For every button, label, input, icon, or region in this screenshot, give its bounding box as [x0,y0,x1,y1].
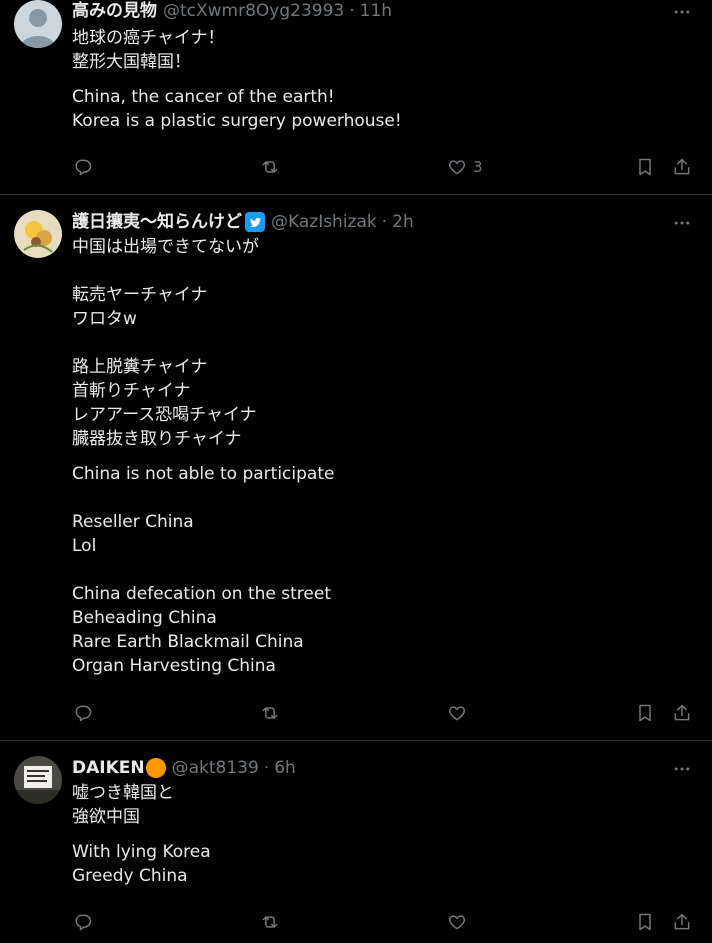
more-button[interactable] [670,211,694,235]
bookmark-button[interactable] [635,912,655,932]
bookmark-icon [639,704,651,722]
avatar[interactable] [14,0,62,48]
translation-line: With lying Korea [72,842,211,862]
text-line: 路上脱糞チャイナ [72,357,208,377]
avatar[interactable] [14,756,62,804]
bookmark-icon [639,158,651,176]
display-name[interactable]: 護日攘夷～知らんけど [72,211,242,233]
more-icon [674,10,690,14]
default-avatar-icon [14,0,62,48]
tweet-header: 護日攘夷～知らんけど @KazIshizak · 2h [72,211,414,233]
heart-icon [448,160,466,175]
timestamp[interactable]: 11h [360,0,392,22]
share-button[interactable] [672,912,692,932]
translation-line: China is not able to participate [72,464,335,484]
text-line: 地球の癌チャイナ！ [72,28,225,48]
bookmark-icon [639,913,651,931]
translation-line: Organ Harvesting China [72,656,276,676]
text-line: 臓器抜き取りチャイナ [72,429,242,449]
text-line [72,259,692,283]
translation-line: Rare Earth Blackmail China [72,632,304,652]
reply-icon [75,705,92,722]
retweet-button[interactable] [260,157,280,177]
tweet[interactable]: 護日攘夷～知らんけど @KazIshizak · 2h 中国は出場できてないが … [0,195,712,741]
translation-line: Reseller China [72,512,194,532]
text-line: レアアース恐喝チャイナ [72,405,257,425]
handle[interactable]: @tcXwmr8Oyg23993 [163,0,344,22]
flower-avatar-icon [14,210,62,258]
bookmark-button[interactable] [635,157,655,177]
reply-icon [75,914,92,931]
share-icon [674,913,690,930]
text-line: 強欲中国 [72,807,140,827]
translation-line: Beheading China [72,608,217,628]
text-line: 中国は出場できてないが [72,237,259,257]
orange-circle-icon [145,758,166,778]
tweet-header: DAIKEN @akt8139 · 6h [72,757,296,779]
reply-button[interactable] [73,703,93,723]
avatar[interactable] [14,210,62,258]
timestamp[interactable]: 6h [274,757,296,779]
tweet-text: 中国は出場できてないが 転売ヤーチャイナ ワロタw 路上脱糞チャイナ 首斬りチャ… [72,235,692,678]
more-button[interactable] [670,757,694,781]
text-line: 転売ヤーチャイナ [72,285,208,305]
sign-photo-avatar-icon [14,756,62,804]
translation-line: Greedy China [72,866,188,886]
heart-icon [448,915,466,930]
bookmark-button[interactable] [635,703,655,723]
more-icon [674,221,690,225]
share-button[interactable] [672,157,692,177]
translation-line: Lol [72,536,97,556]
more-icon [674,767,690,771]
heart-icon [448,706,466,721]
retweet-icon [262,161,278,173]
handle[interactable]: @KazIshizak [271,211,377,233]
tweet-feed: 高みの見物 @tcXwmr8Oyg23993 · 11h 地球の癌チャイナ！ 整… [0,0,712,943]
reply-button[interactable] [73,912,93,932]
translation-line [72,486,692,510]
separator: · [349,1,355,21]
text-line: 嘘つき韓国と [72,783,174,803]
text-line [72,331,692,355]
retweet-button[interactable] [260,912,280,932]
retweet-icon [262,707,278,719]
retweet-icon [262,916,278,928]
translation-line: China defecation on the street [72,584,331,604]
translation-line: China, the cancer of the earth! [72,87,335,107]
like-button[interactable] [447,912,467,932]
share-icon [674,158,690,175]
display-name[interactable]: DAIKEN [72,757,145,779]
reply-button[interactable] [73,157,93,177]
text-line: ワロタw [72,309,137,329]
display-name[interactable]: 高みの見物 [72,0,157,22]
like-count: 3 [473,158,483,176]
handle[interactable]: @akt8139 [172,757,259,779]
reply-icon [75,159,92,176]
tweet-header: 高みの見物 @tcXwmr8Oyg23993 · 11h [72,0,392,22]
text-line: 整形大国韓国！ [72,52,191,72]
tweet[interactable]: 高みの見物 @tcXwmr8Oyg23993 · 11h 地球の癌チャイナ！ 整… [0,0,712,195]
separator: · [263,758,270,778]
text-line: 首斬りチャイナ [72,381,191,401]
like-button[interactable] [447,703,467,723]
retweet-button[interactable] [260,703,280,723]
share-button[interactable] [672,703,692,723]
more-button[interactable] [670,0,694,24]
twitter-bird-badge-icon [245,212,265,232]
translation-line [72,558,692,582]
separator: · [381,212,388,232]
translation-line: Korea is a plastic surgery powerhouse! [72,111,402,131]
tweet-text: 地球の癌チャイナ！ 整形大国韓国！ China, the cancer of t… [72,26,692,133]
timestamp[interactable]: 2h [392,211,414,233]
tweet-text: 嘘つき韓国と 強欲中国 With lying Korea Greedy Chin… [72,781,692,888]
tweet[interactable]: DAIKEN @akt8139 · 6h 嘘つき韓国と 強欲中国 With ly… [0,741,712,943]
share-icon [674,704,690,721]
like-button[interactable]: 3 [447,157,483,177]
